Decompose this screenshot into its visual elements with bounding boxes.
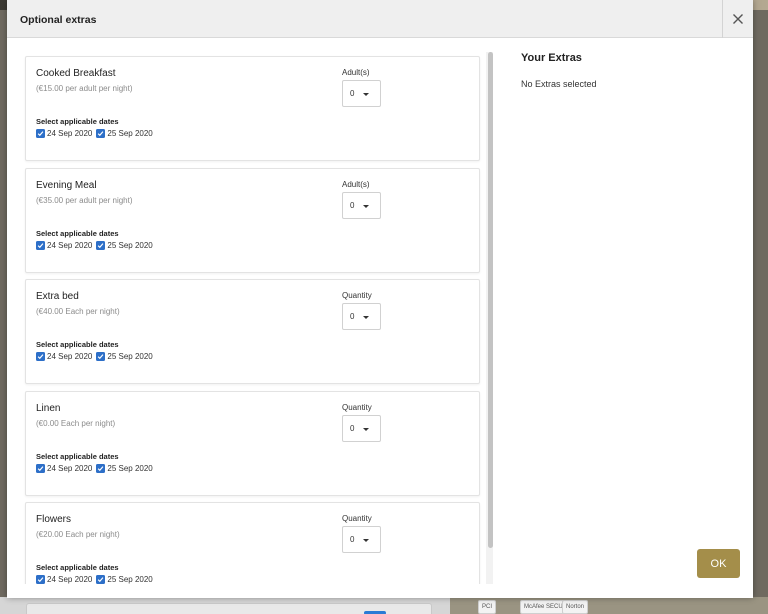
background-footer [450, 597, 768, 614]
quantity-label: Quantity [342, 291, 372, 300]
date-checkbox[interactable] [96, 575, 106, 584]
caret-down-icon [363, 93, 369, 96]
quantity-label: Quantity [342, 514, 372, 523]
date-label: 24 Sep 2020 [47, 575, 93, 584]
date-checkbox[interactable] [36, 129, 45, 138]
date-label: 24 Sep 2020 [47, 240, 93, 250]
date-label: 25 Sep 2020 [107, 575, 153, 584]
checkmark-icon [37, 354, 44, 360]
caret-down-icon [363, 539, 369, 542]
dates-label: Select applicable dates [36, 340, 119, 349]
dates-row: 24 Sep 2020 25 Sep 2020 [36, 463, 157, 473]
quantity-select[interactable]: 0 [342, 80, 381, 107]
dates-label: Select applicable dates [36, 228, 119, 238]
checkmark-icon [98, 242, 104, 248]
date-checkbox[interactable] [36, 463, 45, 473]
modal-header: Optional extras [7, 0, 753, 38]
checkmark-icon [98, 131, 104, 137]
quantity-select[interactable]: 0 [342, 303, 381, 330]
quantity-label: Adult(s) [342, 68, 370, 77]
extra-name: Cooked Breakfast [36, 68, 116, 79]
quantity-select[interactable]: 0 [342, 526, 381, 553]
date-checkbox[interactable] [36, 352, 45, 361]
extra-card-linen: Linen (€0.00 Each per night) Quantity 0 … [25, 390, 480, 496]
checkmark-icon [37, 131, 44, 137]
date-checkbox[interactable] [96, 129, 106, 138]
date-checkbox[interactable] [36, 240, 45, 250]
quantity-value: 0 [350, 535, 355, 544]
dates-label: Select applicable dates [36, 117, 119, 126]
extra-name: Flowers [36, 514, 72, 525]
quantity-select[interactable]: 0 [342, 414, 381, 442]
background-form-area [0, 597, 450, 614]
caret-down-icon [363, 204, 369, 208]
dates-row: 24 Sep 2020 25 Sep 2020 [36, 129, 157, 138]
date-label: 25 Sep 2020 [107, 463, 153, 473]
quantity-value: 0 [350, 200, 355, 210]
date-label: 24 Sep 2020 [47, 129, 93, 138]
no-extras-text: No Extras selected [521, 79, 597, 89]
date-checkbox[interactable] [96, 463, 106, 473]
scrollbar-thumb[interactable] [488, 52, 493, 548]
close-button[interactable] [722, 0, 753, 38]
checkmark-icon [37, 465, 44, 471]
optional-extras-modal: Optional extras Cooked Breakfast (€15.00… [7, 0, 753, 598]
dates-row: 24 Sep 2020 25 Sep 2020 [36, 352, 157, 361]
ok-button[interactable]: OK [697, 549, 740, 578]
extra-name: Evening Meal [36, 179, 97, 191]
checkmark-icon [37, 242, 44, 248]
quantity-value: 0 [350, 89, 355, 98]
modal-title: Optional extras [20, 14, 97, 26]
extras-list: Cooked Breakfast (€15.00 per adult per n… [7, 38, 493, 584]
dates-row: 24 Sep 2020 25 Sep 2020 [36, 240, 157, 250]
dates-label: Select applicable dates [36, 563, 119, 572]
norton-badge: Norton [562, 600, 589, 614]
quantity-select[interactable]: 0 [342, 191, 381, 219]
checkmark-icon [98, 465, 104, 471]
extra-price: (€20.00 Each per night) [36, 530, 120, 539]
date-label: 24 Sep 2020 [47, 352, 93, 361]
date-checkbox[interactable] [36, 575, 45, 584]
date-checkbox[interactable] [96, 240, 106, 250]
checkmark-icon [98, 354, 104, 360]
quantity-value: 0 [350, 423, 355, 433]
dates-label: Select applicable dates [36, 451, 119, 461]
caret-down-icon [363, 316, 369, 319]
dates-row: 24 Sep 2020 25 Sep 2020 [36, 575, 157, 584]
extra-price: (€35.00 per adult per night) [36, 195, 133, 205]
date-label: 25 Sep 2020 [107, 240, 153, 250]
date-label: 25 Sep 2020 [107, 129, 153, 138]
checkmark-icon [98, 577, 104, 583]
extra-card-extra-bed: Extra bed (€40.00 Each per night) Quanti… [25, 279, 480, 384]
extra-card-evening-meal: Evening Meal (€35.00 per adult per night… [25, 167, 480, 273]
quantity-label: Adult(s) [342, 179, 370, 189]
date-label: 24 Sep 2020 [47, 463, 93, 473]
close-icon [733, 14, 743, 24]
extra-price: (€15.00 per adult per night) [36, 84, 133, 93]
checkmark-icon [37, 577, 44, 583]
extra-card-flowers: Flowers (€20.00 Each per night) Quantity… [25, 502, 480, 584]
extra-name: Linen [36, 402, 61, 414]
date-checkbox[interactable] [96, 352, 106, 361]
caret-down-icon [363, 427, 369, 431]
your-extras-title: Your Extras [521, 52, 582, 64]
extra-card-cooked-breakfast: Cooked Breakfast (€15.00 per adult per n… [25, 56, 480, 161]
extra-price: (€40.00 Each per night) [36, 307, 120, 316]
quantity-label: Quantity [342, 402, 372, 412]
extra-price: (€0.00 Each per night) [36, 418, 116, 428]
extra-name: Extra bed [36, 291, 79, 302]
pci-badge: PCI [478, 600, 497, 614]
quantity-value: 0 [350, 312, 355, 321]
date-label: 25 Sep 2020 [107, 352, 153, 361]
